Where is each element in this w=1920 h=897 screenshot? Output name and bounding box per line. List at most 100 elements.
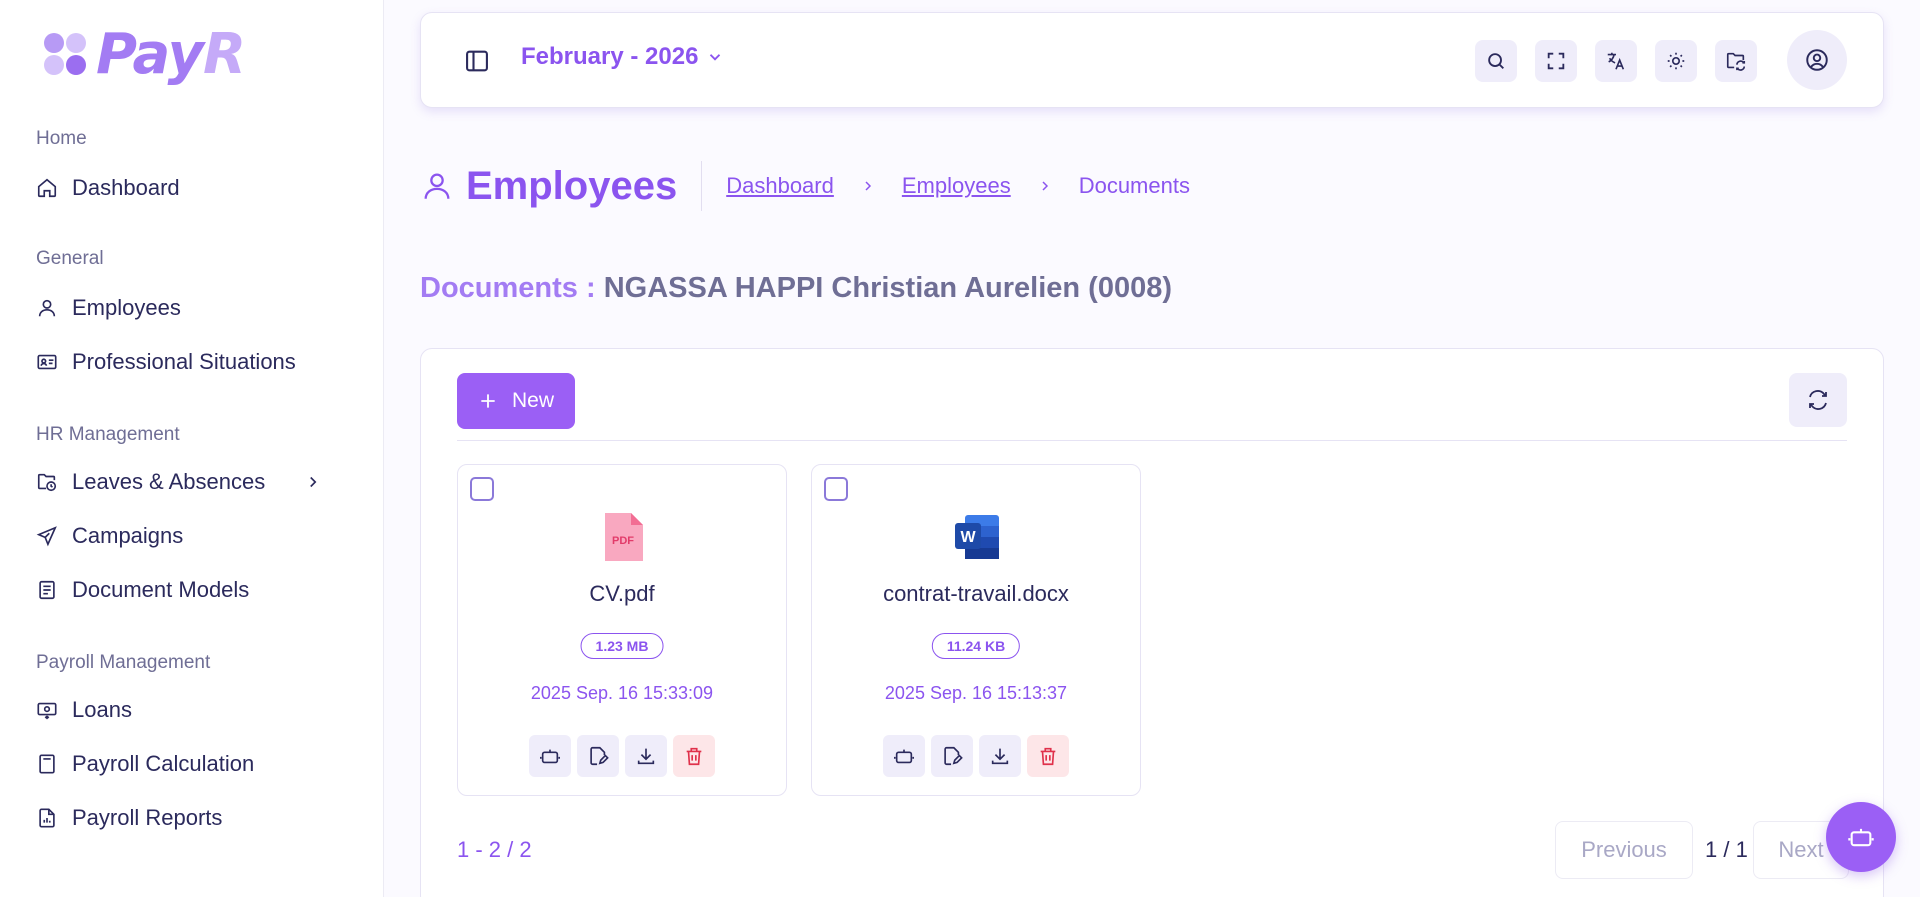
svg-text:W: W [960,529,976,546]
fullscreen-button[interactable] [1535,40,1577,82]
sidebar-item-label: Payroll Calculation [72,751,255,776]
employee-name: NGASSA HAPPI Christian Aurelien (0008) [603,272,1173,304]
edit-button[interactable] [577,735,619,777]
file-card[interactable]: PDF CV.pdf 1.23 MB 2025 Sep. 16 15:33:09 [457,464,787,796]
fullscreen-icon [1547,52,1565,70]
edit-button[interactable] [931,735,973,777]
ai-assistant-button[interactable] [883,735,925,777]
sidebar-item-leaves-absences[interactable]: Leaves & Absences [36,462,336,502]
pdf-file-icon: PDF [605,513,643,561]
user-icon [424,173,450,199]
sidebar-item-campaigns[interactable]: Campaigns [36,516,336,556]
breadcrumb-employees[interactable]: Employees [902,173,1011,199]
breadcrumb: Dashboard Employees Documents [726,173,1190,199]
search-button[interactable] [1475,40,1517,82]
robot-icon [1848,828,1874,847]
documents-panel: New PDF CV.pdf 1.23 MB 2025 Sep. 16 15:3… [420,348,1884,897]
sidebar-item-label: Document Models [72,577,250,602]
language-button[interactable] [1595,40,1637,82]
documents-label: Documents : [420,272,604,304]
sidebar-item-payroll-reports[interactable]: Payroll Reports [36,798,336,838]
chevron-right-icon [310,476,317,488]
file-card[interactable]: W contrat-travail.docx 11.24 KB 2025 Sep… [811,464,1141,796]
sidebar-item-dashboard[interactable]: Dashboard [36,168,336,208]
sidebar-item-employees[interactable]: Employees [36,288,336,328]
plus-icon [481,394,495,408]
calculator-icon [39,754,55,774]
sidebar-item-label: Campaigns [72,523,184,548]
download-icon [637,748,655,765]
robot-icon [540,749,560,764]
folder-sync-icon [1726,52,1746,71]
sidebar-toggle-icon[interactable] [463,47,491,75]
chevron-right-icon [1042,181,1048,191]
sun-icon [1667,52,1685,70]
refresh-icon [1809,390,1827,410]
theme-toggle-button[interactable] [1655,40,1697,82]
nav-section-payroll-management: Payroll Management [36,652,211,673]
chevron-right-icon [865,181,871,191]
edit-file-icon [944,746,963,766]
toolbar-divider [457,440,1847,441]
file-select-checkbox[interactable] [470,477,494,501]
trash-icon [1040,747,1056,766]
sidebar-item-professional-situations[interactable]: Professional Situations [36,342,336,382]
download-button[interactable] [979,735,1021,777]
sidebar-item-payroll-calculation[interactable]: Payroll Calculation [36,744,336,784]
documents-heading: Documents : NGASSA HAPPI Christian Aurel… [420,272,1172,305]
page-header: Employees Dashboard Employees Documents [420,160,1190,212]
home-icon [37,178,57,198]
new-button-label: New [511,389,554,412]
nav-section-home: Home [36,128,87,149]
sidebar-item-label: Leaves & Absences [72,469,266,494]
nav-section-hr-management: HR Management [36,424,180,445]
trash-icon [686,747,702,766]
send-icon [36,526,57,547]
download-icon [991,748,1009,765]
user-menu-button[interactable] [1787,30,1847,90]
translate-icon [1607,52,1625,70]
breadcrumb-dashboard[interactable]: Dashboard [726,173,834,199]
file-size-badge: 1.23 MB [580,633,664,659]
nav-section-general: General [36,248,104,269]
file-actions [458,735,786,777]
logo-text: PayR [96,21,246,87]
file-name: contrat-travail.docx [883,581,1069,606]
folder-clock-icon [37,473,57,492]
sidebar-item-document-models[interactable]: Document Models [36,570,336,610]
file-actions [812,735,1140,777]
breadcrumb-documents: Documents [1078,173,1190,198]
header-divider [701,161,703,211]
page-indicator: 1 / 1 [1705,837,1748,862]
sidebar-item-label: Payroll Reports [72,805,223,830]
ai-assistant-button[interactable] [529,735,571,777]
new-document-button[interactable]: New [457,373,575,429]
logo-icon [44,33,86,75]
file-date: 2025 Sep. 16 15:13:37 [884,683,1068,703]
money-icon [37,702,57,720]
robot-icon [894,749,914,764]
assistant-fab[interactable] [1826,802,1896,872]
download-button[interactable] [625,735,667,777]
delete-button[interactable] [673,735,715,777]
folder-sync-button[interactable] [1715,40,1757,82]
payr-logo[interactable]: PayR [42,21,246,87]
edit-file-icon [590,746,609,766]
sidebar-item-label: Professional Situations [72,349,296,374]
file-select-checkbox[interactable] [824,477,848,501]
search-icon [1488,53,1504,69]
chevron-down-icon [710,54,721,61]
sidebar: PayR Home Dashboard General Employees Pr… [0,0,384,897]
page-title: Employees [466,163,678,208]
report-icon [39,808,55,828]
document-icon [39,580,55,600]
sidebar-item-label: Dashboard [72,175,180,200]
delete-button[interactable] [1027,735,1069,777]
refresh-button[interactable] [1789,373,1847,427]
period-selector[interactable]: February - 2026 [521,43,724,71]
sidebar-item-loans[interactable]: Loans [36,690,336,730]
topbar: February - 2026 [420,12,1884,108]
id-card-icon [37,354,57,370]
user-icon [38,299,56,317]
previous-page-button[interactable]: Previous [1555,821,1693,879]
